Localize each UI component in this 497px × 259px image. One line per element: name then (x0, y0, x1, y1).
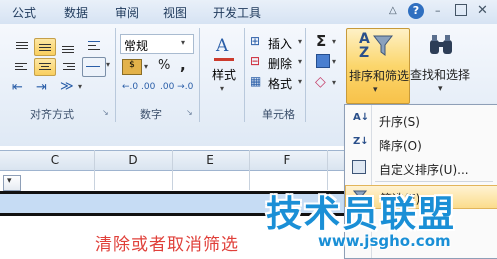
styles-icon[interactable]: A (210, 34, 238, 62)
menu-item-label: 升序(S) (379, 115, 420, 129)
column-header-d[interactable]: D (113, 153, 153, 167)
menu-item-custom-sort[interactable]: 自定义排序(U)... (345, 157, 497, 179)
column-header-c[interactable]: C (35, 153, 75, 167)
percent-button[interactable]: % (158, 58, 170, 73)
delete-icon: ⊟ (250, 54, 261, 68)
number-launcher-icon[interactable]: ↘ (186, 108, 193, 117)
cells-group-label: 单元格 (262, 108, 295, 121)
increase-indent-icon[interactable]: ⇥ (36, 80, 47, 95)
decrease-decimal-icon[interactable]: .00 →.0 (160, 82, 193, 92)
format-icon: ▦ (250, 74, 262, 88)
menu-item-sort-descending[interactable]: Z↓ 降序(O) (345, 133, 497, 155)
clear-dropdown-icon: ▾ (332, 78, 337, 87)
column-header-e[interactable]: E (190, 153, 230, 167)
format-label: 格式 (268, 77, 293, 91)
merge-center-icon[interactable] (82, 57, 106, 77)
fill-dropdown-icon: ▾ (332, 57, 337, 66)
column-header-row: C D E F (0, 150, 350, 171)
find-select-button[interactable]: 查找和选择 ▾ (410, 28, 474, 102)
column-header-f[interactable]: F (267, 153, 307, 167)
increase-decimal-icon[interactable]: ←.0 .00 (122, 82, 155, 92)
align-middle-button[interactable] (34, 38, 56, 56)
comma-button[interactable]: , (180, 56, 186, 74)
filter-dropdown-button[interactable]: ▾ (3, 175, 21, 191)
orientation-icon[interactable]: ≫ (60, 79, 74, 94)
restore-icon[interactable] (455, 4, 467, 16)
tab-formulas[interactable]: 公式 (12, 4, 36, 21)
menu-item-sort-ascending[interactable]: A↓ 升序(S) (345, 109, 497, 131)
align-right-button[interactable] (58, 58, 78, 76)
styles-button-label[interactable]: 样式 (212, 66, 236, 83)
decrease-indent-icon[interactable]: ⇤ (12, 80, 23, 95)
minimize-icon[interactable]: – (435, 4, 447, 17)
delete-label: 删除 (268, 57, 293, 71)
alignment-group-label: 对齐方式 (30, 108, 74, 121)
alignment-launcher-icon[interactable]: ↘ (102, 108, 109, 117)
insert-icon: ⊞ (250, 34, 261, 48)
number-group-label: 数字 (140, 108, 162, 121)
chevron-down-icon: ▾ (298, 57, 303, 66)
close-icon[interactable]: ✕ (477, 3, 488, 18)
chevron-down-icon: ▾ (181, 38, 186, 47)
chevron-down-icon: ▾ (373, 85, 378, 95)
align-center-button[interactable] (34, 58, 56, 76)
tab-data[interactable]: 数据 (64, 4, 88, 21)
align-top-button[interactable] (12, 38, 32, 56)
find-select-label: 查找和选择 (410, 68, 471, 82)
chevron-down-icon: ▾ (7, 176, 12, 186)
autosum-icon[interactable]: Σ (316, 32, 326, 50)
tab-developer[interactable]: 开发工具 (213, 4, 261, 21)
chevron-down-icon: ▾ (438, 84, 443, 94)
sort-filter-button[interactable]: A Z 排序和筛选 ▾ (346, 28, 410, 104)
chevron-down-icon: ▾ (298, 77, 303, 86)
funnel-icon (373, 35, 393, 56)
tab-view[interactable]: 视图 (163, 4, 187, 21)
ribbon-tab-bar: 公式 数据 审阅 视图 开发工具 △ ? – ✕ (0, 0, 497, 25)
watermark-logo: 技术员联盟 (266, 194, 457, 235)
autosum-dropdown-icon: ▾ (332, 37, 337, 46)
number-format-select[interactable]: 常规 ▾ (120, 34, 194, 54)
watermark-url: www.jsgho.com (318, 232, 451, 250)
sort-asc-icon: A↓ (353, 112, 370, 123)
align-left-button[interactable] (12, 58, 32, 76)
custom-sort-icon (352, 160, 366, 174)
caret-up-icon[interactable]: △ (389, 5, 397, 16)
wrap-text-icon[interactable] (84, 36, 104, 56)
fill-icon[interactable] (316, 54, 330, 68)
currency-icon[interactable]: $ (122, 59, 142, 75)
chevron-down-icon: ▾ (298, 37, 303, 46)
orientation-dropdown-icon: ▾ (78, 82, 83, 91)
currency-dropdown-icon: ▾ (144, 62, 149, 71)
sort-desc-icon: Z↓ (353, 136, 369, 147)
styles-dropdown-icon: ▾ (220, 84, 225, 93)
caption-text: 清除或者取消筛选 (95, 235, 239, 255)
menu-item-label: 降序(O) (379, 139, 422, 153)
sort-filter-label: 排序和筛选 (349, 69, 410, 83)
clear-icon[interactable]: ◇ (315, 74, 326, 90)
menu-item-label: 自定义排序(U)... (379, 163, 469, 177)
insert-label: 插入 (268, 37, 293, 51)
binoculars-icon (430, 35, 452, 54)
merge-dropdown-icon[interactable]: ▾ (106, 60, 110, 69)
sort-z-letter: Z (359, 45, 370, 61)
align-bottom-button[interactable] (58, 38, 78, 56)
help-icon[interactable]: ? (408, 3, 424, 19)
number-format-value: 常规 (124, 39, 149, 53)
tab-review[interactable]: 审阅 (115, 4, 139, 21)
